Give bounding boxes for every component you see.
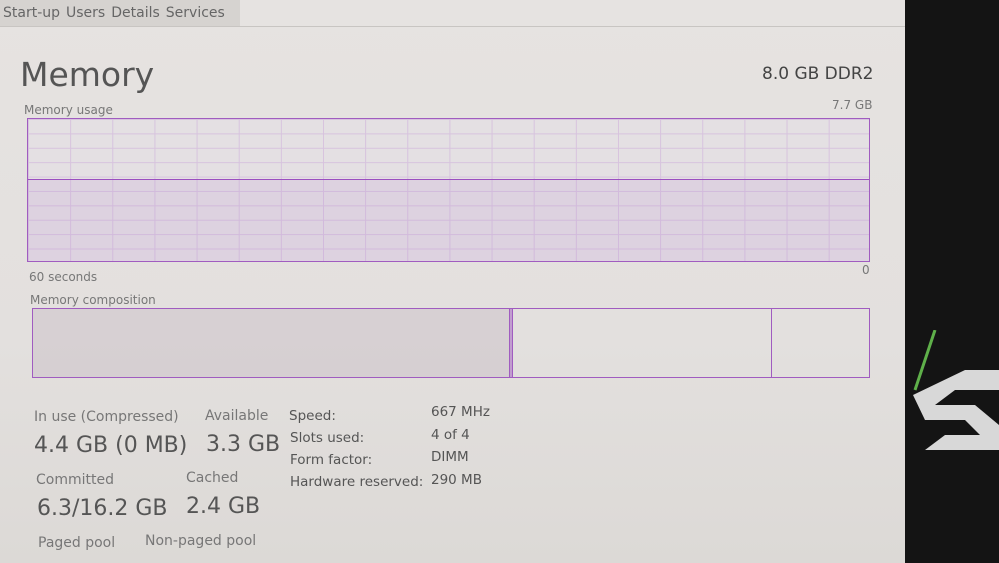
task-manager-window: Start-up Users Details Services Memory 8… [0,0,905,563]
in-use-label: In use (Compressed) [34,409,179,425]
slots-value: 4 of 4 [431,427,470,443]
non-paged-pool-label: Non-paged pool [145,533,257,549]
composition-segment-standby [513,309,773,377]
divider [0,26,905,27]
composition-segment-free [772,309,869,377]
form-factor-value: DIMM [431,449,469,465]
form-factor-key: Form factor: [290,452,373,468]
composition-label: Memory composition [30,293,156,307]
speed-key: Speed: [289,408,336,424]
page-title: Memory [20,55,155,94]
usage-fill [28,179,869,261]
available-value: 3.3 GB [206,432,281,457]
cached-value: 2.4 GB [186,494,261,519]
hardware-reserved-value: 290 MB [431,472,482,488]
slots-key: Slots used: [290,430,365,446]
sk-logo-icon [913,330,999,450]
memory-composition-bar [32,308,870,378]
usage-graph-label: Memory usage [24,103,113,117]
tab-bar: Start-up Users Details Services [0,0,240,26]
speed-value: 667 MHz [431,404,490,420]
in-use-value: 4.4 GB (0 MB) [34,433,188,458]
composition-segment-in-use [33,309,510,377]
hardware-reserved-key: Hardware reserved: [290,474,424,490]
committed-value: 6.3/16.2 GB [37,496,168,521]
cached-label: Cached [186,470,239,486]
tab-details[interactable]: Details [108,0,163,26]
monitor-bezel [905,0,999,563]
paged-pool-label: Paged pool [38,535,116,551]
time-label: 60 seconds [29,270,98,284]
tab-services[interactable]: Services [163,0,228,26]
tab-startup[interactable]: Start-up [0,0,63,26]
tab-users[interactable]: Users [63,0,108,26]
available-label: Available [205,408,269,424]
memory-spec: 8.0 GB DDR2 [762,64,874,84]
usage-max-label: 7.7 GB [832,98,873,112]
memory-usage-graph [27,118,870,262]
usage-min-label: 0 [862,263,870,277]
committed-label: Committed [36,472,114,488]
